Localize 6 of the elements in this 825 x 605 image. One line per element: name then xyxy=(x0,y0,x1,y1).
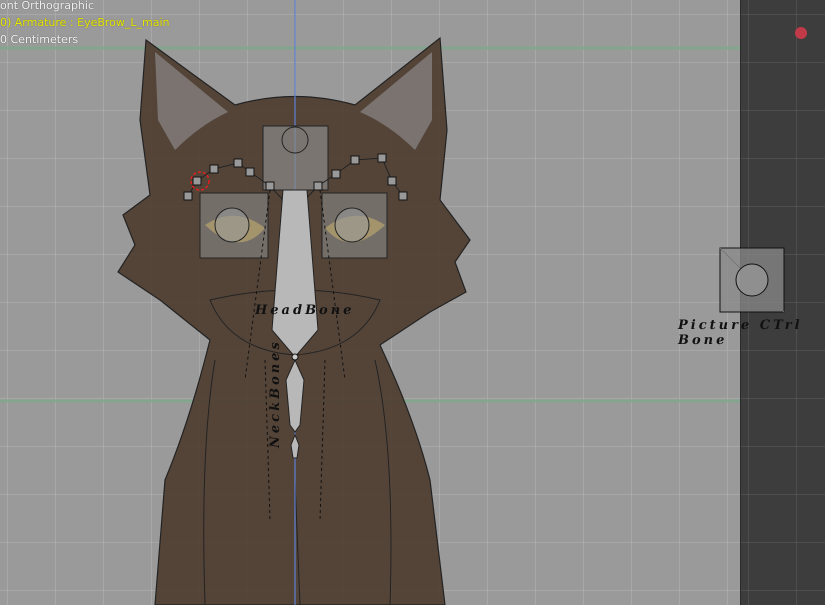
status-dot-icon xyxy=(795,27,807,39)
bone-label: NeckBones xyxy=(268,339,283,448)
control-bone-shape xyxy=(720,248,784,312)
viewport-info-text: 0 Centimeters xyxy=(0,32,80,48)
viewport-info-text: ont Orthographic xyxy=(0,0,96,14)
viewport-info-text: 0) Armature : EyeBrow_L_main xyxy=(0,15,170,31)
